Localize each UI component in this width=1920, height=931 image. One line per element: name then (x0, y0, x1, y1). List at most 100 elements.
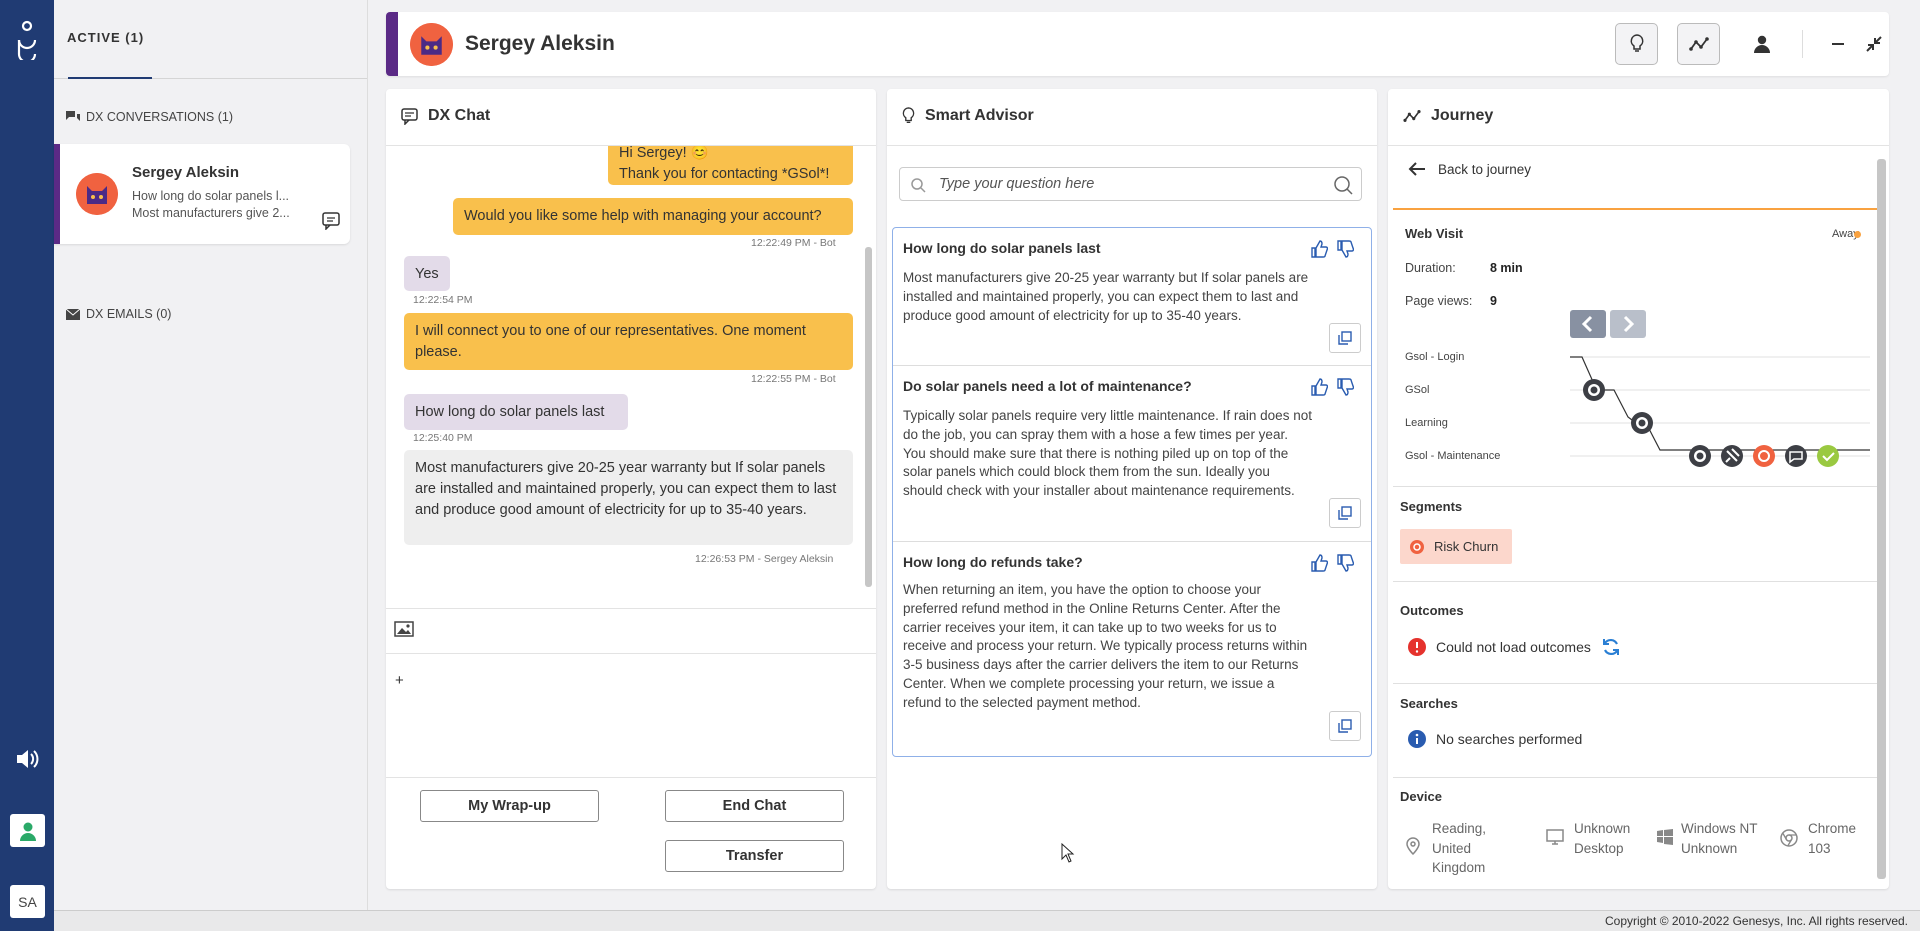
message-timestamp: 12:25:40 PM (413, 432, 473, 444)
searches-heading: Searches (1400, 696, 1458, 711)
conversation-preview-1: How long do solar panels l... (132, 189, 290, 203)
thumbs-down-icon[interactable] (1336, 378, 1354, 396)
journey-scrollbar[interactable] (1877, 159, 1886, 879)
outcome-event-icon[interactable] (1817, 445, 1839, 467)
image-attach-icon[interactable] (394, 621, 414, 637)
thumbs-down-icon[interactable] (1336, 240, 1354, 258)
journey-node[interactable] (1631, 412, 1653, 434)
dx-chat-panel: DX Chat Hi Sergey! 😊 Thank you for contac… (386, 89, 876, 889)
thumbs-down-icon[interactable] (1336, 554, 1354, 572)
advisor-question[interactable]: How long do refunds take? (903, 554, 1083, 570)
person-icon (1754, 35, 1770, 53)
divider (1393, 683, 1877, 684)
advisor-question[interactable]: Do solar panels need a lot of maintenanc… (903, 378, 1192, 394)
chat-scrollbar[interactable] (865, 247, 872, 587)
agent-status-button[interactable] (10, 814, 45, 847)
bot-message-text: Thank you for contacting *GSol*! (619, 166, 830, 182)
collapse-button[interactable] (1862, 32, 1886, 56)
conversation-item[interactable]: Sergey Aleksin How long do solar panels … (54, 144, 350, 244)
mouse-cursor-icon (1061, 843, 1075, 863)
mail-icon (66, 308, 80, 320)
journey-next-button[interactable] (1610, 310, 1646, 338)
bot-message: Hi Sergey! 😊 Thank you for contacting *GS… (608, 146, 853, 185)
journey-node[interactable] (1689, 445, 1711, 467)
copy-icon (1338, 719, 1352, 733)
customer-profile-button[interactable] (1750, 32, 1774, 56)
journey-node[interactable] (1583, 379, 1605, 401)
transfer-button[interactable]: Transfer (665, 840, 844, 872)
agent-icon (19, 822, 36, 841)
user-initials-button[interactable]: SA (10, 885, 45, 918)
dx-chat-title: DX Chat (401, 107, 490, 125)
outcomes-heading: Outcomes (1400, 603, 1464, 618)
conversation-preview-2: Most manufacturers give 2... (132, 206, 290, 220)
journey-row-label: Gsol - Maintenance (1405, 450, 1501, 462)
duration-value: 8 min (1490, 261, 1523, 275)
dx-emails-label: DX EMAILS (0) (86, 307, 172, 321)
advisor-answer: Most manufacturers give 20-25 year warra… (903, 270, 1309, 323)
away-dot (1854, 231, 1861, 238)
visit-highlight-line (1393, 208, 1877, 210)
copy-icon (1338, 506, 1352, 520)
search-submit-icon[interactable] (1333, 175, 1353, 195)
minimize-icon (1832, 43, 1844, 45)
back-to-journey-link[interactable]: Back to journey (1408, 161, 1531, 177)
genesys-logo-icon[interactable] (13, 20, 41, 60)
advisor-question[interactable]: How long do solar panels last (903, 240, 1101, 256)
pin-event-icon[interactable] (1721, 445, 1743, 467)
thumbs-up-icon[interactable] (1310, 240, 1328, 258)
header-accent-bar (386, 12, 398, 76)
copy-button[interactable] (1329, 323, 1361, 353)
divider (1393, 581, 1877, 582)
journey-prev-button[interactable] (1570, 310, 1606, 338)
interaction-list: ACTIVE (1) DX CONVERSATIONS (1) Sergey A… (54, 0, 368, 910)
info-icon (1408, 730, 1426, 748)
refresh-icon[interactable] (1601, 637, 1621, 657)
conversation-name: Sergey Aleksin (132, 164, 239, 181)
dx-conversations-heading: DX CONVERSATIONS (1) (66, 110, 233, 124)
wrap-up-button[interactable]: My Wrap-up (420, 790, 599, 822)
smart-advisor-panel: Smart Advisor Type your question here Ho… (887, 89, 1377, 889)
message-timestamp: 12:22:54 PM (413, 294, 473, 306)
end-chat-button[interactable]: End Chat (665, 790, 844, 822)
tab-active[interactable]: ACTIVE (1) (67, 30, 144, 45)
location-pin-icon (1406, 837, 1420, 855)
bot-message: Would you like some help with managing y… (453, 198, 853, 235)
advisor-search-input[interactable]: Type your question here (899, 167, 1362, 201)
divider (1393, 486, 1877, 487)
chat-message-icon (322, 212, 340, 230)
chat-event-icon[interactable] (1785, 445, 1807, 467)
smart-advisor-title: Smart Advisor (902, 107, 1034, 125)
dx-chat-title-text: DX Chat (428, 107, 491, 124)
smart-advisor-toggle-button[interactable] (1615, 23, 1658, 65)
segment-event-icon[interactable] (1753, 445, 1775, 467)
segments-heading: Segments (1400, 499, 1463, 514)
divider (386, 777, 876, 778)
customer-message: Yes (404, 256, 450, 291)
volume-icon[interactable] (14, 746, 40, 772)
message-input[interactable]: + (395, 672, 404, 689)
arrow-left-icon (1408, 162, 1425, 176)
searches-info: No searches performed (1408, 730, 1582, 748)
segment-badge[interactable]: Risk Churn (1400, 529, 1512, 564)
journey-icon (1403, 110, 1421, 122)
nav-rail: SA (0, 0, 54, 931)
copy-button[interactable] (1329, 498, 1361, 528)
page-views-label: Page views: (1405, 294, 1473, 308)
copy-button[interactable] (1329, 711, 1361, 741)
chevron-left-icon (1581, 315, 1593, 333)
bot-message: I will connect you to one of our represe… (404, 313, 853, 370)
back-to-journey-label: Back to journey (1438, 161, 1532, 177)
device-os: Windows NT Unknown (1681, 821, 1758, 856)
journey-toggle-button[interactable] (1677, 23, 1720, 65)
minimize-button[interactable] (1826, 32, 1850, 56)
advisor-answer: Typically solar panels require very litt… (903, 408, 1312, 499)
journey-panel: Journey Back to journey Web Visit Away D… (1388, 89, 1889, 889)
lightbulb-icon (1630, 34, 1643, 52)
advisor-answer: When returning an item, you have the opt… (903, 582, 1308, 710)
thumbs-up-icon[interactable] (1310, 554, 1328, 572)
thumbs-up-icon[interactable] (1310, 378, 1328, 396)
tabs-bar: ACTIVE (1) (54, 0, 367, 79)
chat-icon (401, 107, 418, 125)
lightbulb-icon (902, 107, 915, 123)
